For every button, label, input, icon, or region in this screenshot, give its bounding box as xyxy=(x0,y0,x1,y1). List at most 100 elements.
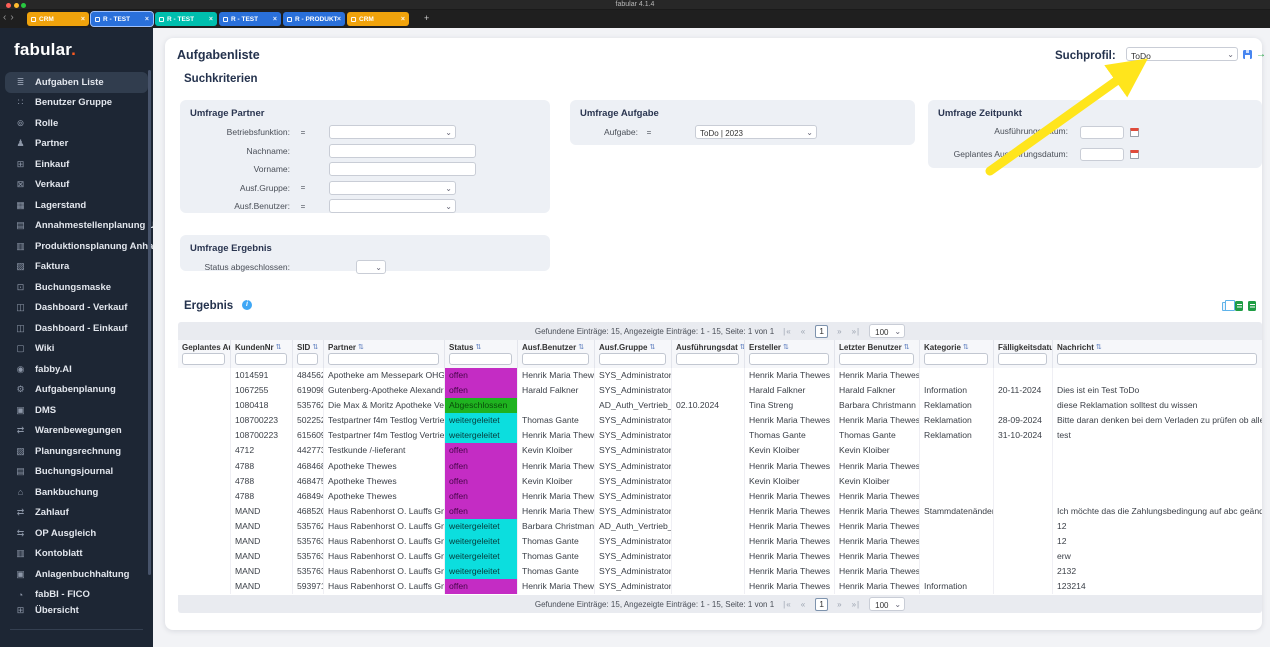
sort-icon[interactable]: ⇅ xyxy=(312,343,318,351)
sidebar-item[interactable]: ⌂ Bankbuchung xyxy=(0,482,153,503)
next-page-button[interactable]: » xyxy=(837,600,842,609)
copy-button[interactable] xyxy=(1222,302,1230,311)
close-tab-icon[interactable]: × xyxy=(401,16,405,23)
prev-page-button[interactable]: « xyxy=(801,327,806,336)
column-filter-input[interactable] xyxy=(676,353,739,365)
sidebar-item[interactable]: ◉ fabby.AI xyxy=(0,359,153,380)
close-tab-icon[interactable]: × xyxy=(81,16,85,23)
calendar-icon[interactable] xyxy=(1130,150,1139,159)
sidebar-item[interactable]: ▦ Lagerstand xyxy=(0,195,153,216)
geplantes-ausfuehrungsdatum-input[interactable] xyxy=(1080,148,1124,161)
sidebar-item[interactable]: ▨ Faktura xyxy=(0,257,153,278)
sidebar-item[interactable]: ◫ Dashboard - Einkauf xyxy=(0,318,153,339)
browser-tab[interactable]: R - TEST × xyxy=(155,12,217,26)
table-row[interactable]: MAND5357631Haus Rabenhorst O. Lauffs Gmb… xyxy=(178,534,1262,549)
first-page-button[interactable]: |« xyxy=(783,327,792,336)
sidebar-item[interactable]: ⊡ Buchungsmaske xyxy=(0,277,153,298)
column-filter-input[interactable] xyxy=(449,353,512,365)
close-tab-icon[interactable]: × xyxy=(273,16,277,23)
column-filter-input[interactable] xyxy=(749,353,829,365)
sidebar-item[interactable]: ⊞ Einkauf xyxy=(0,154,153,175)
nav-forward-icon[interactable]: › xyxy=(10,12,17,23)
table-row[interactable]: 1087002235022522Testpartner f4m Testlog … xyxy=(178,413,1262,428)
column-header[interactable]: SID ⇅ xyxy=(293,340,324,368)
sidebar-item[interactable]: ▥ Produktionsplanung Anhausen xyxy=(0,236,153,257)
first-page-button[interactable]: |« xyxy=(783,600,792,609)
column-filter-input[interactable] xyxy=(599,353,666,365)
info-icon[interactable]: i xyxy=(242,300,252,310)
browser-tab[interactable]: CRM × xyxy=(27,12,89,26)
column-filter-input[interactable] xyxy=(182,353,225,365)
sidebar-item[interactable]: ≣ Aufgaben Liste xyxy=(5,72,148,93)
sidebar-item[interactable]: ▨ Planungsrechnung xyxy=(0,441,153,462)
column-header[interactable]: Ausf.Gruppe ⇅ xyxy=(595,340,672,368)
sidebar-item[interactable]: ⇄ Zahlauf xyxy=(0,503,153,524)
aufgabe-select[interactable]: ToDo | 2023⌄ xyxy=(695,125,817,139)
next-page-button[interactable]: » xyxy=(837,327,842,336)
browser-tab[interactable]: R - PRODUKTIV × xyxy=(283,12,345,26)
table-row[interactable]: MAND4685201Haus Rabenhorst O. Lauffs Gmb… xyxy=(178,504,1262,519)
sidebar-scrollbar[interactable] xyxy=(148,70,151,575)
sidebar-item[interactable]: ◔ fabBI - FICO xyxy=(0,585,153,599)
column-header[interactable]: Ausf.Benutzer ⇅ xyxy=(518,340,595,368)
ausfuehrungsdatum-input[interactable] xyxy=(1080,126,1124,139)
sidebar-item[interactable]: ◫ Dashboard - Verkauf xyxy=(0,298,153,319)
table-row[interactable]: MAND5357629Haus Rabenhorst O. Lauffs Gmb… xyxy=(178,519,1262,534)
table-row[interactable]: MAND5357637Haus Rabenhorst O. Lauffs Gmb… xyxy=(178,564,1262,579)
column-header[interactable]: Letzter Benutzer ⇅ xyxy=(835,340,920,368)
sidebar-item[interactable]: ⇄ Warenbewegungen xyxy=(0,421,153,442)
vorname-input[interactable] xyxy=(329,162,476,176)
column-header[interactable]: Nachricht ⇅ xyxy=(1053,340,1262,368)
table-row[interactable]: 47884684686Apotheke ThewesoffenHenrik Ma… xyxy=(178,459,1262,474)
table-row[interactable]: 47124427730Testkunde /-lieferantoffenKev… xyxy=(178,443,1262,458)
nachname-input[interactable] xyxy=(329,144,476,158)
column-filter-input[interactable] xyxy=(924,353,988,365)
sort-icon[interactable]: ⇅ xyxy=(963,343,969,351)
column-header[interactable]: Partner ⇅ xyxy=(324,340,445,368)
close-tab-icon[interactable]: × xyxy=(337,16,341,23)
sidebar-item[interactable]: ▢ Wiki xyxy=(0,339,153,360)
sort-icon[interactable]: ⇅ xyxy=(578,343,584,351)
sidebar-item[interactable]: ▣ Anlagenbuchhaltung xyxy=(0,564,153,585)
column-filter-input[interactable] xyxy=(328,353,439,365)
column-header[interactable]: Ersteller ⇅ xyxy=(745,340,835,368)
sort-icon[interactable]: ⇅ xyxy=(740,343,744,351)
sort-icon[interactable]: ⇅ xyxy=(358,343,364,351)
sidebar-item[interactable]: ⊚ Rolle xyxy=(0,113,153,134)
save-profile-button[interactable] xyxy=(1243,50,1252,59)
last-page-button[interactable]: »| xyxy=(852,600,861,609)
column-header[interactable]: Status ⇅ xyxy=(445,340,518,368)
new-tab-button[interactable]: + xyxy=(424,13,429,23)
table-row[interactable]: MAND5357635Haus Rabenhorst O. Lauffs Gmb… xyxy=(178,549,1262,564)
prev-page-button[interactable]: « xyxy=(801,600,806,609)
table-row[interactable]: 47884684943Apotheke ThewesoffenHenrik Ma… xyxy=(178,489,1262,504)
last-page-button[interactable]: »| xyxy=(852,327,861,336)
current-page-box[interactable]: 1 xyxy=(815,598,828,611)
ausf-benutzer-select[interactable]: ⌄ xyxy=(329,199,456,213)
sidebar-item[interactable]: ▥ Kontoblatt xyxy=(0,544,153,565)
browser-tab[interactable]: R - TEST × xyxy=(219,12,281,26)
table-row[interactable]: 10145914845621Apotheke am Messepark OHG … xyxy=(178,368,1262,383)
browser-tab[interactable]: CRM × xyxy=(347,12,409,26)
search-profile-select[interactable]: ToDo ⌄ xyxy=(1126,47,1238,61)
table-row[interactable]: MAND5939719Haus Rabenhorst O. Lauffs Gmb… xyxy=(178,579,1262,594)
sidebar-item[interactable]: ▤ Buchungsjournal xyxy=(0,462,153,483)
ausf-gruppe-select[interactable]: ⌄ xyxy=(329,181,456,195)
table-row[interactable]: 10672556190986Gutenberg-Apotheke Alexand… xyxy=(178,383,1262,398)
sidebar-item[interactable]: ⇆ OP Ausgleich xyxy=(0,523,153,544)
sidebar-item[interactable]: ▣ DMS xyxy=(0,400,153,421)
column-filter-input[interactable] xyxy=(839,353,914,365)
sort-icon[interactable]: ⇅ xyxy=(1096,343,1102,351)
table-row[interactable]: 47884684757Apotheke ThewesoffenKevin Klo… xyxy=(178,474,1262,489)
close-tab-icon[interactable]: × xyxy=(145,16,149,23)
calendar-icon[interactable] xyxy=(1130,128,1139,137)
sort-icon[interactable]: ⇅ xyxy=(904,343,910,351)
column-header[interactable]: Kategorie ⇅ xyxy=(920,340,994,368)
export-excel-button[interactable] xyxy=(1235,301,1243,311)
sidebar-item-uebersicht[interactable]: ⊞ Übersicht xyxy=(0,600,153,621)
column-filter-input[interactable] xyxy=(998,353,1047,365)
sort-icon[interactable]: ⇅ xyxy=(783,343,789,351)
column-filter-input[interactable] xyxy=(297,353,318,365)
sort-icon[interactable]: ⇅ xyxy=(475,343,481,351)
page-size-select[interactable]: 100⌄ xyxy=(869,597,905,611)
